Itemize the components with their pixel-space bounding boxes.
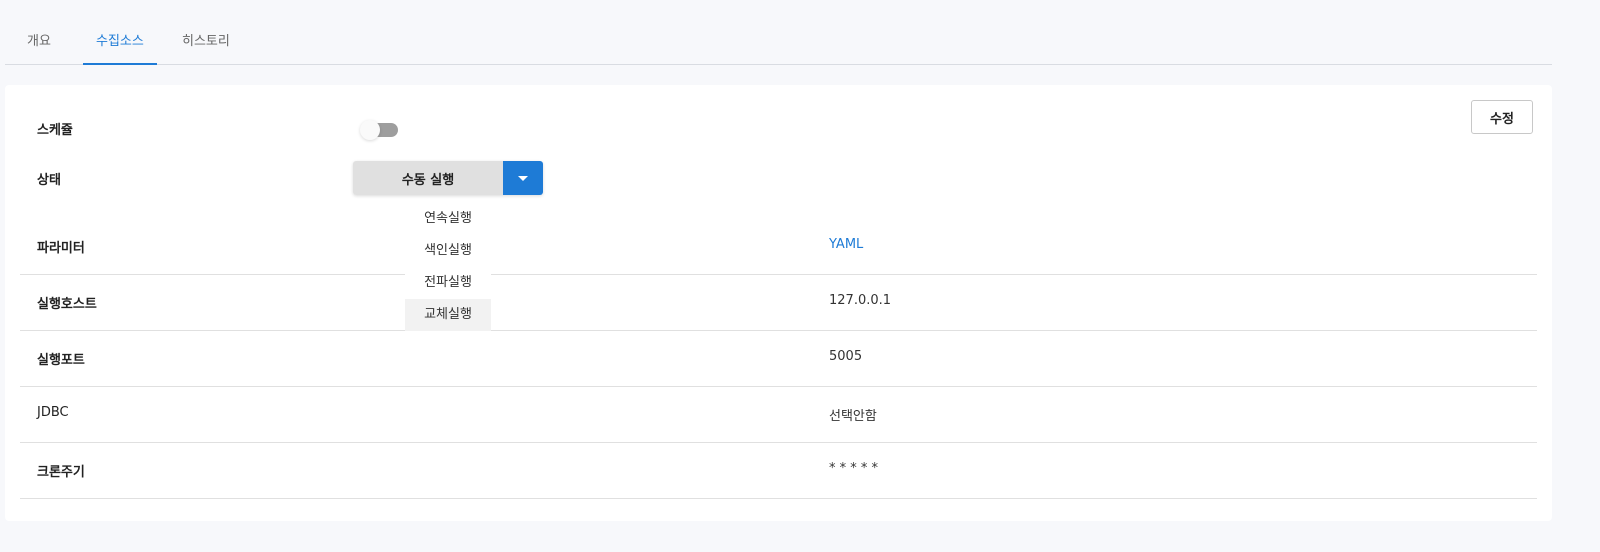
field-label: 실행포트: [37, 353, 85, 368]
field-value: 선택안함: [829, 409, 877, 424]
tab-history[interactable]: 히스토리: [182, 30, 230, 63]
divider: [20, 442, 1537, 443]
run-dropdown-menu: 연속실행 색인실행 전파실행 교체실행: [405, 201, 491, 331]
menu-item-index-run[interactable]: 색인실행: [405, 235, 491, 267]
tab-bar: 개요 수집소스 히스토리: [5, 0, 1552, 65]
field-label: 파라미터: [37, 241, 85, 256]
tab-overview[interactable]: 개요: [27, 30, 51, 63]
schedule-toggle[interactable]: [360, 120, 398, 140]
detail-card: 수정 스케쥴 상태 수동 실행 연속실행 색인실행 전파실행 교체실행 파라미터…: [5, 85, 1552, 521]
field-label: 실행호스트: [37, 297, 97, 312]
schedule-label: 스케쥴: [37, 123, 73, 138]
menu-item-propagate-run[interactable]: 전파실행: [405, 267, 491, 299]
field-value: 127.0.0.1: [829, 293, 892, 308]
field-value: * * * * *: [829, 461, 879, 476]
divider: [20, 330, 1537, 331]
status-label: 상태: [37, 173, 61, 188]
run-dropdown-toggle[interactable]: [503, 161, 543, 195]
tab-collection-source[interactable]: 수집소스: [83, 30, 157, 65]
field-label: 크론주기: [37, 465, 85, 480]
menu-item-continuous-run[interactable]: 연속실행: [405, 203, 491, 235]
divider: [20, 498, 1537, 499]
parameter-yaml-link[interactable]: YAML: [829, 237, 863, 252]
caret-down-icon: [518, 175, 528, 181]
toggle-knob: [360, 120, 380, 140]
field-value: 5005: [829, 349, 863, 364]
divider: [20, 386, 1537, 387]
menu-item-replace-run[interactable]: 교체실행: [405, 299, 491, 331]
edit-button[interactable]: 수정: [1471, 100, 1533, 134]
field-label: JDBC: [37, 405, 69, 420]
divider: [20, 274, 1537, 275]
manual-run-button[interactable]: 수동 실행: [353, 161, 503, 195]
run-split-button: 수동 실행: [353, 161, 543, 195]
